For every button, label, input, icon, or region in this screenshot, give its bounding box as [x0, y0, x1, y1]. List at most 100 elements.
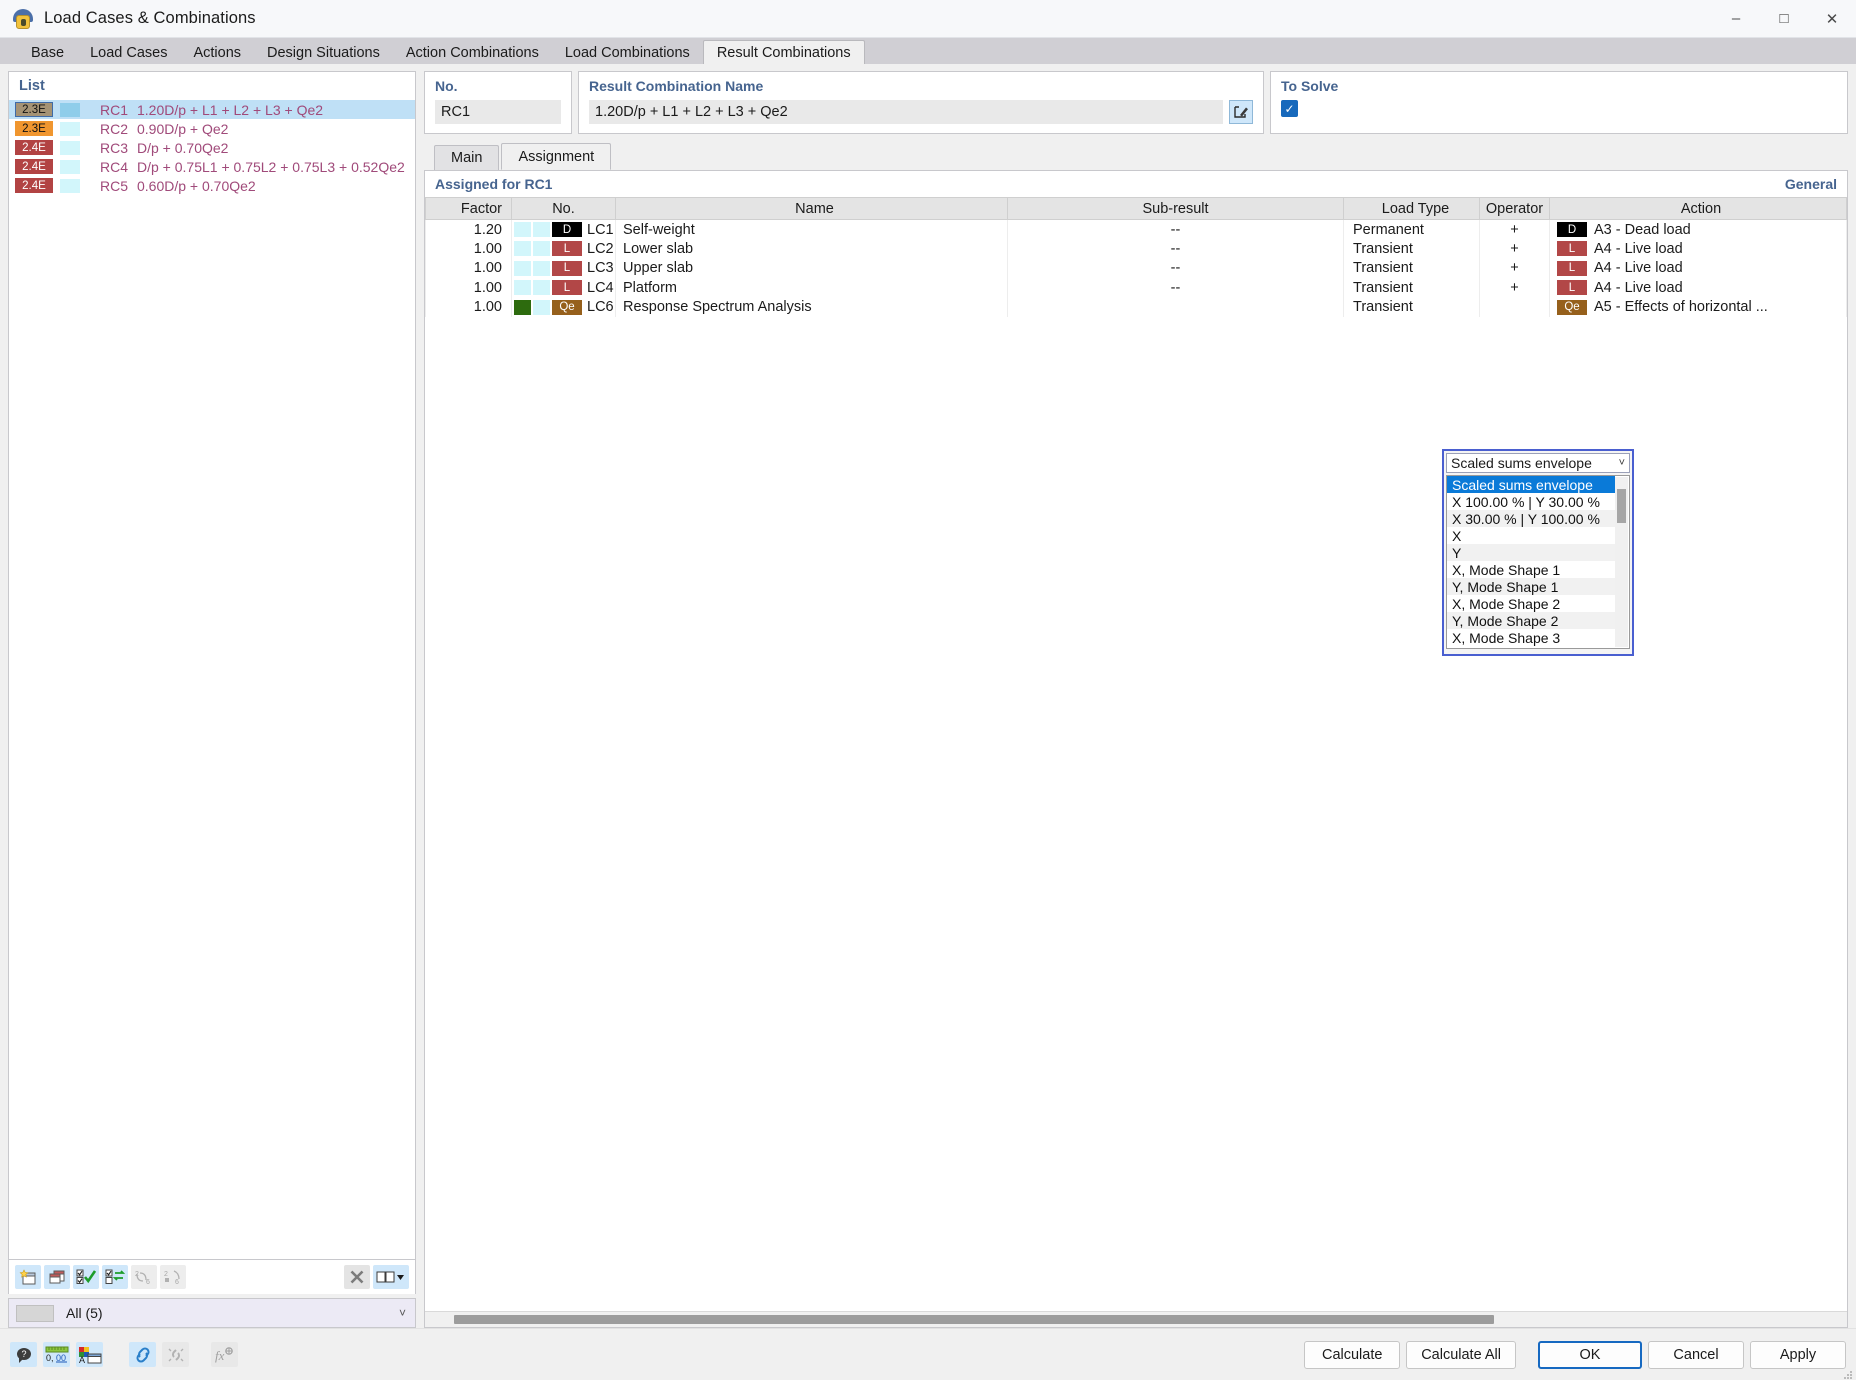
delete-button[interactable] — [344, 1265, 370, 1289]
list-item[interactable]: 2.4E RC3 D/p + 0.70Qe2 — [9, 138, 415, 157]
dropdown-option[interactable]: Y, Mode Shape 2 — [1447, 612, 1615, 629]
cell-sub-result[interactable] — [1008, 298, 1344, 318]
list-item[interactable]: 2.4E RC4 D/p + 0.75L1 + 0.75L2 + 0.75L3 … — [9, 157, 415, 176]
cell-load-type[interactable]: Transient — [1344, 239, 1480, 259]
cell-sub-result[interactable]: -- — [1008, 239, 1344, 259]
dropdown-option[interactable]: X, Mode Shape 3 — [1447, 629, 1615, 646]
dropdown-option[interactable]: Scaled sums envelope — [1447, 476, 1615, 493]
dropdown-option[interactable]: X 30.00 % | Y 100.00 % — [1447, 510, 1615, 527]
list-item[interactable]: 2.3E RC1 1.20D/p + L1 + L2 + L3 + Qe2 — [9, 100, 415, 119]
tab-design-situations[interactable]: Design Situations — [254, 40, 393, 64]
chevron-down-icon[interactable]: ˅ — [1619, 457, 1625, 469]
edit-pencil-icon[interactable] — [1229, 100, 1253, 124]
calculate-all-button[interactable]: Calculate All — [1406, 1341, 1516, 1369]
duplicate-item-button[interactable] — [44, 1265, 70, 1289]
dropdown-option[interactable]: Y, Mode Shape 1 — [1447, 578, 1615, 595]
cell-name[interactable]: Upper slab — [616, 259, 1008, 279]
tab-result-combinations[interactable]: Result Combinations — [703, 40, 865, 64]
cell-operator[interactable]: + — [1480, 220, 1550, 240]
cell-factor[interactable]: 1.00 — [426, 298, 512, 318]
table-row[interactable]: 1.00 L LC2 Lower slab -- — [426, 239, 1847, 259]
cell-load-type[interactable]: Permanent — [1344, 220, 1480, 240]
horizontal-scrollbar[interactable] — [425, 1311, 1847, 1327]
units-icon[interactable]: 0,00 — [43, 1342, 70, 1367]
sub-result-dropdown[interactable]: Scaled sums envelope ˅ Scaled sums envel… — [1442, 449, 1634, 656]
cell-operator[interactable]: + — [1480, 259, 1550, 279]
dropdown-option[interactable]: Y — [1447, 544, 1615, 561]
cell-name[interactable]: Platform — [616, 278, 1008, 298]
column-header-operator[interactable]: Operator — [1480, 198, 1550, 220]
cell-no[interactable]: L LC4 — [512, 278, 616, 298]
column-header-name[interactable]: Name — [616, 198, 1008, 220]
column-header-action[interactable]: Action — [1550, 198, 1847, 220]
no-input[interactable]: RC1 — [435, 100, 561, 124]
sub-result-dropdown-field[interactable]: Scaled sums envelope ˅ — [1446, 453, 1630, 473]
list-filter-dropdown[interactable]: All (5) ˅ — [8, 1298, 416, 1328]
cell-action[interactable]: L A4 - Live load — [1550, 239, 1847, 259]
cell-action[interactable]: L A4 - Live load — [1550, 278, 1847, 298]
resize-grip[interactable] — [1843, 1367, 1853, 1377]
tab-action-combinations[interactable]: Action Combinations — [393, 40, 552, 64]
cell-sub-result[interactable]: -- — [1008, 220, 1344, 240]
tab-load-combinations[interactable]: Load Combinations — [552, 40, 703, 64]
table-row[interactable]: 1.20 D LC1 Self-weight -- — [426, 220, 1847, 240]
cell-name[interactable]: Lower slab — [616, 239, 1008, 259]
cell-load-type[interactable]: Transient — [1344, 278, 1480, 298]
invert-selection-button[interactable] — [102, 1265, 128, 1289]
tab-base[interactable]: Base — [18, 40, 77, 64]
maximize-button[interactable]: □ — [1760, 0, 1808, 38]
table-row[interactable]: 1.00 L LC3 Upper slab -- — [426, 259, 1847, 279]
column-header-factor[interactable]: Factor — [426, 198, 512, 220]
table-row[interactable]: 1.00 Qe LC6 Response Spectrum Analysis — [426, 298, 1847, 318]
dropdown-option[interactable]: X 100.00 % | Y 30.00 % — [1447, 493, 1615, 510]
list-item[interactable]: 2.3E RC2 0.90D/p + Qe2 — [9, 119, 415, 138]
cell-no[interactable]: Qe LC6 — [512, 298, 616, 318]
colors-icon[interactable]: A — [76, 1342, 103, 1367]
calculate-button[interactable]: Calculate — [1304, 1341, 1400, 1369]
new-item-button[interactable] — [15, 1265, 41, 1289]
dropdown-option[interactable]: X — [1447, 527, 1615, 544]
close-button[interactable]: ✕ — [1808, 0, 1856, 38]
cell-factor[interactable]: 1.00 — [426, 278, 512, 298]
cell-factor[interactable]: 1.00 — [426, 259, 512, 279]
dropdown-option[interactable]: X, Mode Shape 1 — [1447, 561, 1615, 578]
cell-operator[interactable]: + — [1480, 278, 1550, 298]
cell-name[interactable]: Response Spectrum Analysis — [616, 298, 1008, 318]
help-icon[interactable]: ? — [10, 1342, 37, 1367]
table-row[interactable]: 1.00 L LC4 Platform -- — [426, 278, 1847, 298]
dropdown-scrollbar[interactable] — [1615, 477, 1628, 647]
tab-main[interactable]: Main — [434, 145, 499, 170]
cell-factor[interactable]: 1.00 — [426, 239, 512, 259]
cell-action[interactable]: L A4 - Live load — [1550, 259, 1847, 279]
view-mode-button[interactable] — [373, 1265, 409, 1289]
cell-operator[interactable] — [1480, 298, 1550, 318]
cell-factor[interactable]: 1.20 — [426, 220, 512, 240]
cell-sub-result[interactable]: -- — [1008, 278, 1344, 298]
cell-action[interactable]: Qe A5 - Effects of horizontal ... — [1550, 298, 1847, 318]
column-header-load-type[interactable]: Load Type — [1344, 198, 1480, 220]
cancel-button[interactable]: Cancel — [1648, 1341, 1744, 1369]
link-icon[interactable] — [129, 1342, 156, 1367]
cell-name[interactable]: Self-weight — [616, 220, 1008, 240]
ok-button[interactable]: OK — [1538, 1341, 1642, 1369]
minimize-button[interactable]: – — [1712, 0, 1760, 38]
column-header-sub-result[interactable]: Sub-result — [1008, 198, 1344, 220]
dropdown-option[interactable]: X, Mode Shape 2 — [1447, 595, 1615, 612]
to-solve-checkbox[interactable]: ✓ — [1281, 100, 1298, 117]
result-combination-name-input[interactable]: 1.20D/p + L1 + L2 + L3 + Qe2 — [589, 100, 1223, 124]
apply-button[interactable]: Apply — [1750, 1341, 1846, 1369]
sub-result-option-list[interactable]: Scaled sums envelope X 100.00 % | Y 30.0… — [1446, 475, 1630, 649]
list-item[interactable]: 2.4E RC5 0.60D/p + 0.70Qe2 — [9, 176, 415, 195]
column-header-no[interactable]: No. — [512, 198, 616, 220]
cell-sub-result[interactable]: -- — [1008, 259, 1344, 279]
cell-no[interactable]: L LC3 — [512, 259, 616, 279]
cell-no[interactable]: D LC1 — [512, 220, 616, 240]
tab-load-cases[interactable]: Load Cases — [77, 40, 180, 64]
tab-assignment[interactable]: Assignment — [501, 143, 611, 170]
cell-load-type[interactable]: Transient — [1344, 298, 1480, 318]
dropdown-scrollbar-thumb[interactable] — [1617, 489, 1626, 523]
select-all-button[interactable] — [73, 1265, 99, 1289]
cell-load-type[interactable]: Transient — [1344, 259, 1480, 279]
scrollbar-thumb[interactable] — [454, 1315, 1494, 1324]
cell-no[interactable]: L LC2 — [512, 239, 616, 259]
